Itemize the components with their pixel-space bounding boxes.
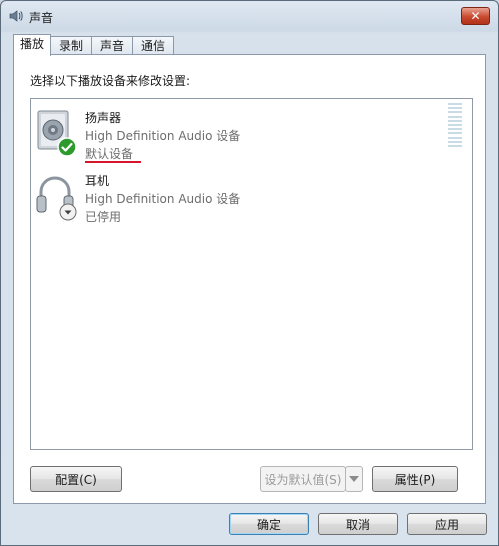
- headphones-icon: [36, 176, 77, 221]
- tab-playback[interactable]: 播放: [13, 34, 52, 56]
- window-title: 声音: [29, 11, 54, 25]
- tab-communications[interactable]: 通信: [132, 36, 175, 56]
- device-status: 已停用: [85, 210, 122, 224]
- device-item-speaker[interactable]: 扬声器 High Definition Audio 设备 默认设备: [35, 103, 415, 163]
- device-driver: High Definition Audio 设备: [85, 129, 241, 143]
- device-driver: High Definition Audio 设备: [85, 192, 241, 206]
- close-button[interactable]: ✕: [461, 7, 490, 25]
- chevron-down-icon: [349, 476, 359, 482]
- device-list-prompt: 选择以下播放设备来修改设置:: [30, 74, 191, 88]
- tab-sounds[interactable]: 声音: [91, 36, 134, 56]
- device-name: 扬声器: [85, 111, 122, 125]
- set-default-button[interactable]: 设为默认值(S): [260, 466, 346, 492]
- playback-device-list[interactable]: 扬声器 High Definition Audio 设备 默认设备 耳机 Hig…: [30, 98, 473, 450]
- ok-button[interactable]: 确定: [229, 513, 309, 535]
- apply-button[interactable]: 应用: [407, 513, 487, 535]
- properties-button[interactable]: 属性(P): [372, 466, 458, 492]
- sound-app-icon: [9, 10, 23, 22]
- title-bar[interactable]: 声音 ✕: [1, 1, 498, 31]
- status-highlight-underline: [85, 161, 141, 163]
- cancel-button[interactable]: 取消: [318, 513, 398, 535]
- sound-dialog: 声音 ✕ 播放 录制 声音 通信 选择以下播放设备来修改设置: 扬声器 High…: [0, 0, 499, 546]
- tab-recording[interactable]: 录制: [50, 36, 93, 56]
- down-arrow-badge-icon: [59, 203, 77, 221]
- volume-level-meter: [448, 103, 462, 147]
- checkmark-badge-icon: [57, 137, 77, 157]
- configure-button[interactable]: 配置(C): [30, 466, 122, 492]
- speaker-icon: [37, 110, 77, 157]
- playback-panel: 选择以下播放设备来修改设置: 扬声器 High Definition Audio…: [13, 54, 486, 504]
- device-name: 耳机: [85, 174, 110, 188]
- device-status: 默认设备: [85, 147, 134, 161]
- set-default-dropdown-button[interactable]: [345, 466, 363, 492]
- tab-strip: 播放 录制 声音 通信: [13, 34, 175, 56]
- device-item-headphones[interactable]: 耳机 High Definition Audio 设备 已停用: [35, 166, 415, 224]
- close-icon: ✕: [470, 9, 481, 23]
